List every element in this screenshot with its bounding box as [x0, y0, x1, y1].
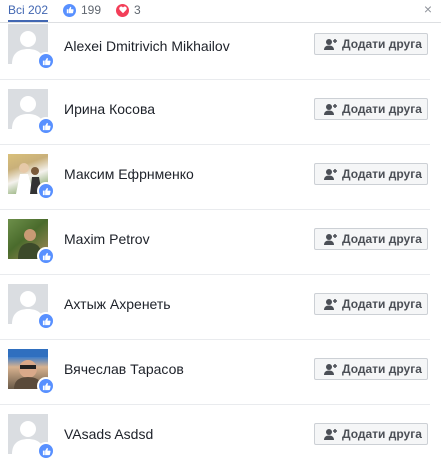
like-badge-icon: [37, 312, 55, 330]
add-friend-label: Додати друга: [342, 167, 422, 181]
list-item: Ахтыж Ахренеть Додати друга: [0, 274, 430, 340]
add-friend-icon: [324, 298, 338, 310]
add-friend-label: Додати друга: [342, 232, 422, 246]
reactions-header: Всі 202 199 3 ×: [0, 0, 441, 23]
add-friend-label: Додати друга: [342, 427, 422, 441]
add-friend-icon: [324, 363, 338, 375]
add-friend-button[interactable]: Додати друга: [314, 293, 428, 315]
person-name[interactable]: Ирина Косова: [64, 101, 155, 117]
like-badge-icon: [37, 117, 55, 135]
add-friend-label: Додати друга: [342, 102, 422, 116]
like-badge-icon: [37, 377, 55, 395]
add-friend-button[interactable]: Додати друга: [314, 98, 428, 120]
person-name[interactable]: Вячеслав Тарасов: [64, 361, 184, 377]
list-item: Максим Ефрнменко Додати друга: [0, 144, 430, 210]
add-friend-icon: [324, 428, 338, 440]
add-friend-label: Додати друга: [342, 297, 422, 311]
like-badge-icon: [37, 182, 55, 200]
add-friend-icon: [324, 233, 338, 245]
person-name[interactable]: Максим Ефрнменко: [64, 166, 194, 182]
love-count: 3: [134, 3, 141, 17]
add-friend-button[interactable]: Додати друга: [314, 163, 428, 185]
like-badge-icon: [37, 52, 55, 70]
like-count: 199: [81, 3, 102, 17]
list-item: Вячеслав Тарасов Додати друга: [0, 339, 430, 405]
add-friend-button[interactable]: Додати друга: [314, 33, 428, 55]
add-friend-label: Додати друга: [342, 362, 422, 376]
add-friend-label: Додати друга: [342, 37, 422, 51]
add-friend-button[interactable]: Додати друга: [314, 358, 428, 380]
heart-icon: [116, 3, 129, 17]
add-friend-icon: [324, 168, 338, 180]
list-item: Maxim Petrov Додати друга: [0, 209, 430, 275]
tab-active-indicator: [8, 20, 48, 22]
like-badge-icon: [37, 247, 55, 265]
tab-all[interactable]: Всі 202: [8, 3, 48, 17]
list-item: VAsads Asdsd Додати друга: [0, 404, 430, 469]
add-friend-button[interactable]: Додати друга: [314, 228, 428, 250]
list-item: Alexei Dmitrivich Mikhailov Додати друга: [0, 14, 430, 80]
person-name[interactable]: Maxim Petrov: [64, 231, 150, 247]
like-icon: [63, 3, 76, 17]
close-icon[interactable]: ×: [424, 1, 432, 17]
person-name[interactable]: VAsads Asdsd: [64, 426, 153, 442]
add-friend-button[interactable]: Додати друга: [314, 423, 428, 445]
person-name[interactable]: Ахтыж Ахренеть: [64, 296, 171, 312]
add-friend-icon: [324, 103, 338, 115]
person-name[interactable]: Alexei Dmitrivich Mikhailov: [64, 38, 230, 54]
tab-love[interactable]: 3: [116, 3, 141, 17]
like-badge-icon: [37, 442, 55, 460]
add-friend-icon: [324, 38, 338, 50]
list-item: Ирина Косова Додати друга: [0, 79, 430, 145]
tab-like[interactable]: 199: [63, 3, 101, 17]
